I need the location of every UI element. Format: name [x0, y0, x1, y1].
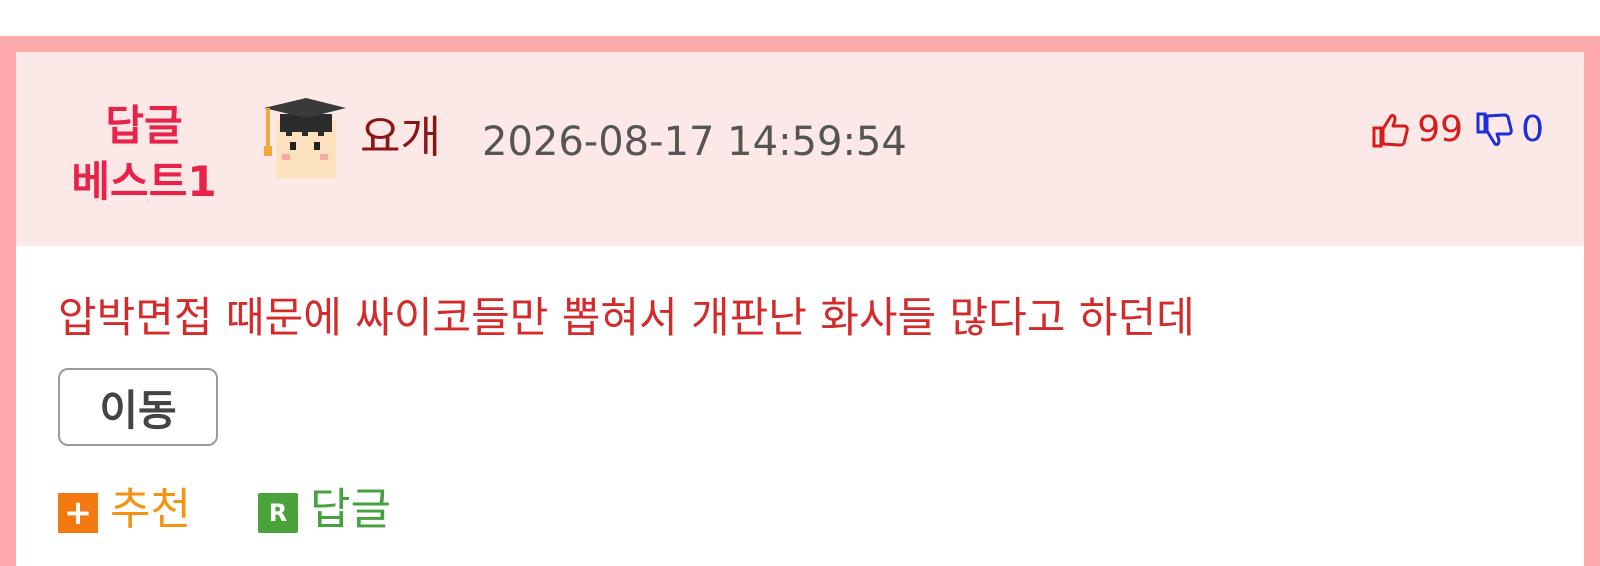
downvote-count: 0	[1521, 109, 1544, 150]
comment-header: 답글 베스트1 요개 2026-08-17 14:59:54 99 0	[16, 52, 1584, 246]
comment-timestamp: 2026-08-17 14:59:54	[482, 119, 907, 165]
reply-button[interactable]: R 답글	[258, 480, 391, 540]
best-label-line2: 베스트1	[71, 157, 217, 206]
upvote-button[interactable]: 99	[1371, 106, 1463, 154]
best-reply-comment: 답글 베스트1 요개 2026-08-17 14:59:54 99 0 압박면접…	[0, 36, 1600, 566]
best-label-line1: 답글	[105, 101, 183, 150]
best-reply-label: 답글 베스트1	[54, 98, 234, 210]
plus-badge-icon: +	[58, 493, 98, 533]
comment-text: 압박면접 때문에 싸이코들만 뽑혀서 개판난 화사들 많다고 하던데	[58, 293, 1195, 342]
move-button[interactable]: 이동	[58, 368, 218, 446]
upvote-count: 99	[1417, 109, 1464, 150]
recommend-label: 추천	[110, 484, 191, 535]
thumbs-down-icon	[1476, 112, 1513, 146]
downvote-button[interactable]: 0	[1475, 106, 1544, 154]
thumbs-up-icon	[1372, 114, 1410, 148]
r-badge-icon: R	[258, 493, 298, 533]
author-name[interactable]: 요개	[360, 108, 441, 168]
recommend-button[interactable]: + 추천	[58, 480, 191, 540]
vote-counts: 99 0	[1371, 106, 1544, 154]
graduate-avatar-icon[interactable]	[262, 96, 348, 182]
reply-label: 답글	[310, 484, 391, 535]
